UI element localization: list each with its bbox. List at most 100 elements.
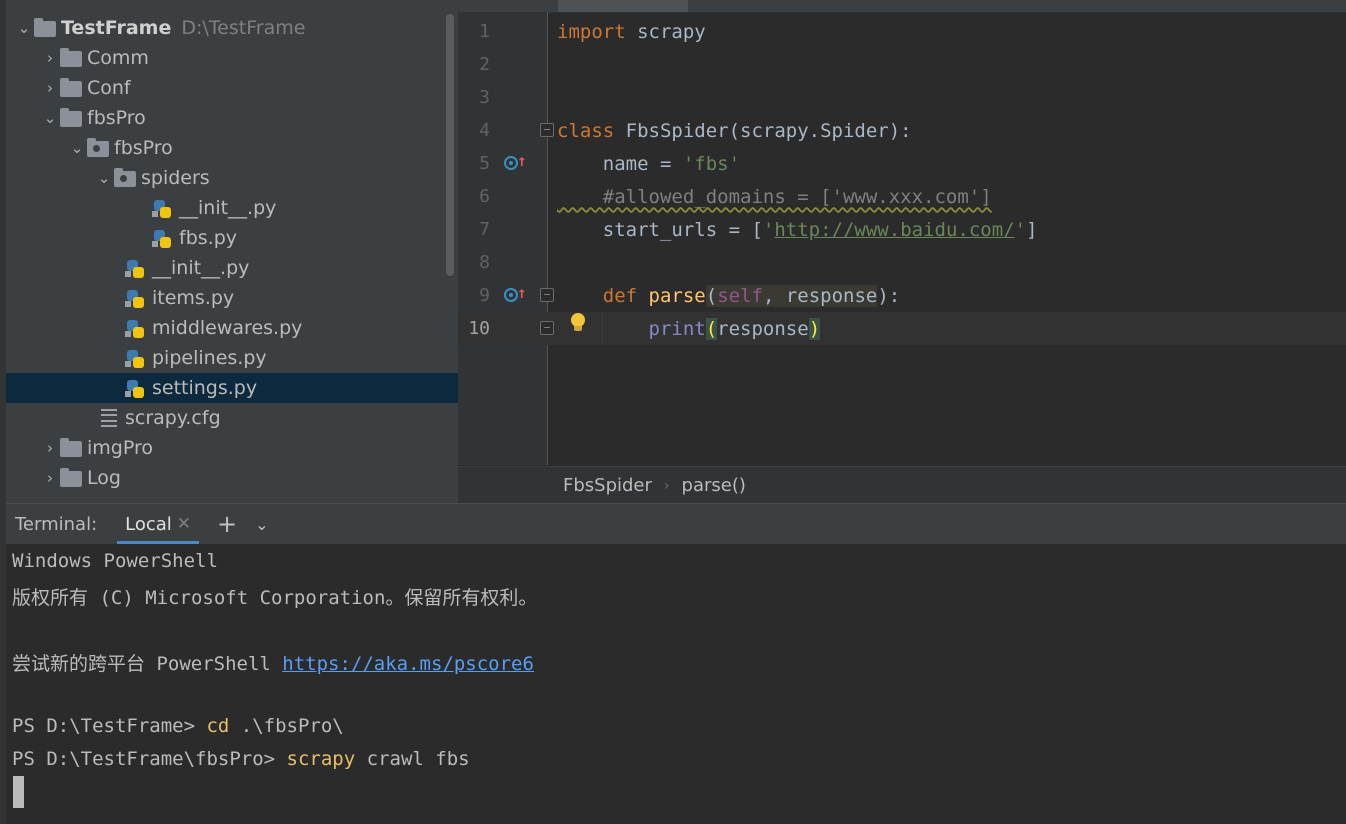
code-url[interactable]: http://www.baidu.com/ <box>774 219 1014 241</box>
folder-icon <box>60 78 82 97</box>
terminal-text: .\fbsPro\ <box>229 715 344 737</box>
new-tab-icon[interactable]: + <box>217 510 237 538</box>
override-marker-icon[interactable]: ↑ <box>504 151 527 173</box>
folder-icon <box>60 438 82 457</box>
terminal-tab-local[interactable]: Local ✕ <box>117 504 199 544</box>
project-scrollbar[interactable] <box>446 14 454 276</box>
terminal-link[interactable]: https://aka.ms/pscore6 <box>282 653 534 675</box>
code-keyword: class <box>557 119 615 142</box>
fold-icon[interactable]: − <box>540 321 554 335</box>
code-comment: #allowed_domains = ['www.xxx.com'] <box>557 185 992 208</box>
folder-icon <box>60 48 82 67</box>
tree-item-init[interactable]: __init__.py <box>6 253 458 283</box>
breadcrumb-item-method[interactable]: parse() <box>682 475 746 496</box>
terminal-command: scrapy <box>286 748 356 770</box>
code-builtin: print <box>648 317 706 340</box>
tree-item-scrapy-cfg[interactable]: scrapy.cfg <box>6 403 458 433</box>
terminal-output[interactable]: Windows PowerShell 版权所有 (C) Microsoft Co… <box>6 544 1346 824</box>
fold-icon[interactable]: − <box>540 288 554 302</box>
editor-tab-active[interactable] <box>558 0 688 12</box>
code-line[interactable]: 1 import scrapy <box>458 15 1346 48</box>
tree-item-label: fbs.py <box>179 227 237 249</box>
code-line[interactable]: 6 #allowed_domains = ['www.xxx.com'] <box>458 180 1346 213</box>
terminal-text: 尝试新的跨平台 PowerShell <box>12 653 283 675</box>
package-icon <box>114 168 136 187</box>
tree-item-spiders[interactable]: ⌄ spiders <box>6 163 458 193</box>
tree-item-imgpro[interactable]: › imgPro <box>6 433 458 463</box>
line-number: 7 <box>479 219 490 240</box>
code-keyword: def <box>602 284 638 307</box>
code-line[interactable]: 5 ↑ name = 'fbs' <box>458 147 1346 180</box>
chevron-down-icon[interactable]: ⌄ <box>67 139 87 157</box>
fold-icon[interactable]: − <box>540 123 554 137</box>
code-text: ] <box>1026 218 1038 241</box>
tree-item-label: Comm <box>87 47 149 69</box>
tree-item-fbs-py[interactable]: fbs.py <box>6 223 458 253</box>
tree-item-comm[interactable]: › Comm <box>6 43 458 73</box>
code-line[interactable]: 4 − class FbsSpider(scrapy.Spider): <box>458 114 1346 147</box>
breadcrumb-item-class[interactable]: FbsSpider <box>563 475 652 496</box>
tree-item-pipelines-py[interactable]: pipelines.py <box>6 343 458 373</box>
tree-item-items-py[interactable]: items.py <box>6 283 458 313</box>
code-text: , response <box>762 284 878 307</box>
project-root-label: TestFrame <box>61 17 172 39</box>
tree-item-label: scrapy.cfg <box>125 407 221 429</box>
terminal-cursor <box>13 776 24 808</box>
chevron-down-icon[interactable]: ⌄ <box>14 19 34 37</box>
line-number: 9 <box>479 285 490 306</box>
tree-item-conf[interactable]: › Conf <box>6 73 458 103</box>
python-file-icon <box>125 379 147 398</box>
code-line-current[interactable]: 10 − print(response) <box>458 312 1346 345</box>
code-string: 'fbs' <box>682 152 741 175</box>
terminal-line: PS D:\TestFrame> cd .\fbsPro\ <box>12 715 344 737</box>
tree-item-settings-py[interactable]: settings.py <box>6 373 458 403</box>
chevron-right-icon[interactable]: › <box>40 469 60 487</box>
tree-item-label: settings.py <box>152 377 258 399</box>
chevron-down-icon[interactable]: ⌄ <box>40 109 60 127</box>
editor-tab[interactable] <box>716 0 836 12</box>
code-paren: ( <box>705 317 718 340</box>
python-file-icon <box>152 229 174 248</box>
code-line[interactable]: 9 ↑ − def parse(self, response): <box>458 279 1346 312</box>
chevron-right-icon[interactable]: › <box>40 79 60 97</box>
tree-item-spiders-init[interactable]: __init__.py <box>6 193 458 223</box>
terminal-tab-label: Local <box>125 513 172 535</box>
close-icon[interactable]: ✕ <box>177 514 191 534</box>
tree-item-label: pipelines.py <box>152 347 267 369</box>
tree-item-root[interactable]: ⌄ TestFrame D:\TestFrame <box>6 13 458 43</box>
line-number: 3 <box>479 87 490 108</box>
terminal-line: 版权所有 (C) Microsoft Corporation。保留所有权利。 <box>12 587 538 609</box>
tree-item-fbspro-package[interactable]: ⌄ fbsPro <box>6 133 458 163</box>
code-self: self <box>717 284 763 307</box>
terminal-command: cd <box>206 715 230 737</box>
code-line[interactable]: 8 <box>458 246 1346 279</box>
code-text: start_urls = [ <box>557 218 763 241</box>
override-marker-icon[interactable]: ↑ <box>504 283 527 305</box>
project-panel: ⌄ TestFrame D:\TestFrame › Comm › Conf ⌄… <box>0 0 458 503</box>
code-keyword: import <box>557 20 626 43</box>
chevron-down-icon[interactable]: ⌄ <box>255 515 268 534</box>
code-text: ): <box>877 284 901 307</box>
tree-item-label: Conf <box>87 77 131 99</box>
code-string: ' <box>762 218 775 241</box>
line-number: 1 <box>479 21 490 42</box>
tree-item-label: middlewares.py <box>152 317 303 339</box>
terminal-header: Terminal: Local ✕ + ⌄ <box>6 503 1346 544</box>
chevron-right-icon[interactable]: › <box>40 49 60 67</box>
line-number: 6 <box>479 186 490 207</box>
terminal-title: Terminal: <box>15 513 98 535</box>
tree-item-middlewares-py[interactable]: middlewares.py <box>6 313 458 343</box>
code-line[interactable]: 7 start_urls = ['http://www.baidu.com/'] <box>458 213 1346 246</box>
tree-item-log[interactable]: › Log <box>6 463 458 493</box>
tree-item-label: __init__.py <box>179 197 277 219</box>
editor-tab-strip <box>458 0 1346 13</box>
code-line[interactable]: 2 <box>458 48 1346 81</box>
code-paren: ) <box>808 317 821 340</box>
code-editor[interactable]: 1 import scrapy 2 3 4 − class FbsSpider(… <box>458 0 1346 504</box>
tree-item-fbspro[interactable]: ⌄ fbsPro <box>6 103 458 133</box>
chevron-right-icon[interactable]: › <box>40 439 60 457</box>
chevron-down-icon[interactable]: ⌄ <box>94 169 114 187</box>
code-line[interactable]: 3 <box>458 81 1346 114</box>
folder-icon <box>60 468 82 487</box>
